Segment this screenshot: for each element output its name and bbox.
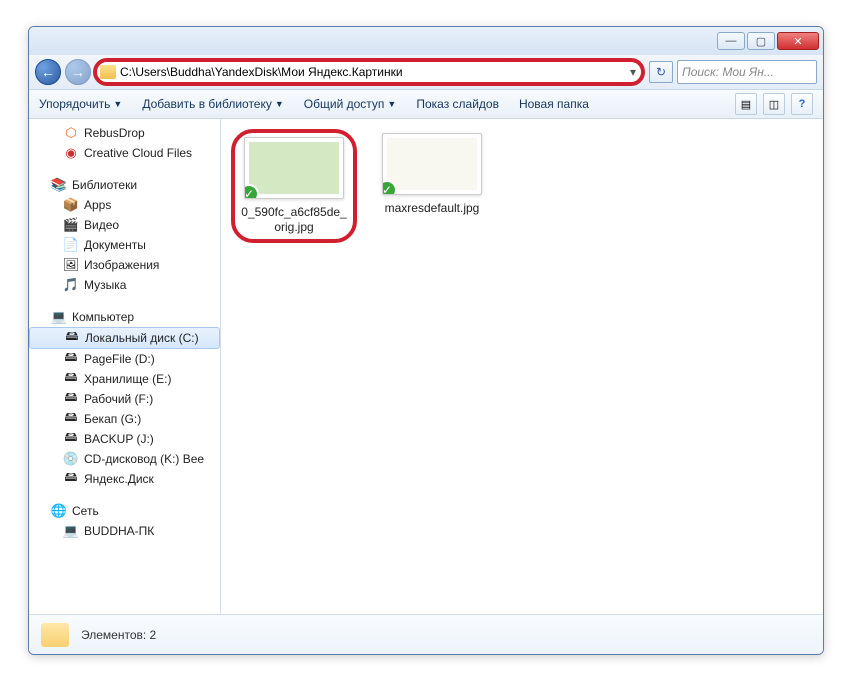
sync-ok-icon: ✓ bbox=[244, 184, 259, 199]
folder-icon bbox=[41, 623, 69, 647]
tree-work-f[interactable]: 🖴Рабочий (F:) bbox=[29, 389, 220, 409]
tree-backup-j[interactable]: 🖴BACKUP (J:) bbox=[29, 429, 220, 449]
tree-network[interactable]: 🌐Сеть bbox=[29, 501, 220, 521]
tree-rebusdrop[interactable]: ⬡RebusDrop bbox=[29, 123, 220, 143]
tree-local-c[interactable]: 🖴Локальный диск (C:) bbox=[29, 327, 220, 349]
search-input[interactable]: Поиск: Мои Ян... bbox=[677, 60, 817, 84]
address-dropdown[interactable]: ▾ bbox=[624, 65, 642, 79]
file-item-1[interactable]: ✓ maxresdefault.jpg bbox=[373, 133, 491, 216]
tree-libraries[interactable]: 📚Библиотеки bbox=[29, 175, 220, 195]
minimize-button[interactable]: — bbox=[717, 32, 745, 50]
tree-video[interactable]: 🎬Видео bbox=[29, 215, 220, 235]
status-text: Элементов: 2 bbox=[81, 628, 156, 642]
folder-icon bbox=[100, 65, 116, 79]
sync-ok-icon: ✓ bbox=[382, 180, 397, 195]
explorer-window: — ▢ ✕ ← → ▾ ↻ Поиск: Мои Ян... Упорядочи… bbox=[28, 26, 824, 655]
address-input[interactable] bbox=[120, 65, 624, 79]
nav-row: ← → ▾ ↻ Поиск: Мои Ян... bbox=[29, 55, 823, 89]
thumbnail-image: ✓ bbox=[382, 133, 482, 195]
explorer-body: ⬡RebusDrop ◉Creative Cloud Files 📚Библио… bbox=[29, 119, 823, 614]
tree-images[interactable]: 🖼Изображения bbox=[29, 255, 220, 275]
close-button[interactable]: ✕ bbox=[777, 32, 819, 50]
thumbnail-image: ✓ bbox=[244, 137, 344, 199]
help-button[interactable]: ? bbox=[791, 93, 813, 115]
tree-pagefile-d[interactable]: 🖴PageFile (D:) bbox=[29, 349, 220, 369]
file-pane[interactable]: ✓ 0_590fc_a6cf85de_orig.jpg ✓ maxresdefa… bbox=[221, 119, 823, 614]
tree-buddha-pc[interactable]: 💻BUDDHA-ПК bbox=[29, 521, 220, 541]
tree-computer[interactable]: 💻Компьютер bbox=[29, 307, 220, 327]
tree-apps[interactable]: 📦Apps bbox=[29, 195, 220, 215]
organize-menu[interactable]: Упорядочить▼ bbox=[39, 97, 122, 111]
view-mode-button[interactable]: ▤ bbox=[735, 93, 757, 115]
tree-backup-g[interactable]: 🖴Бекап (G:) bbox=[29, 409, 220, 429]
tree-yandex-disk[interactable]: 🖴Яндекс.Диск bbox=[29, 469, 220, 489]
tree-documents[interactable]: 📄Документы bbox=[29, 235, 220, 255]
file-name: 0_590fc_a6cf85de_orig.jpg bbox=[239, 205, 349, 235]
tree-storage-e[interactable]: 🖴Хранилище (E:) bbox=[29, 369, 220, 389]
file-name: maxresdefault.jpg bbox=[385, 201, 480, 216]
forward-button[interactable]: → bbox=[65, 59, 91, 85]
back-button[interactable]: ← bbox=[35, 59, 61, 85]
preview-pane-button[interactable]: ◫ bbox=[763, 93, 785, 115]
slideshow-button[interactable]: Показ слайдов bbox=[416, 97, 499, 111]
add-to-library-menu[interactable]: Добавить в библиотеку▼ bbox=[142, 97, 283, 111]
new-folder-button[interactable]: Новая папка bbox=[519, 97, 589, 111]
address-bar[interactable]: ▾ bbox=[95, 60, 643, 84]
status-bar: Элементов: 2 bbox=[29, 614, 823, 654]
refresh-button[interactable]: ↻ bbox=[649, 61, 673, 83]
share-menu[interactable]: Общий доступ▼ bbox=[304, 97, 397, 111]
tree-cd-k[interactable]: 💿CD-дисковод (K:) Bee bbox=[29, 449, 220, 469]
tree-creative-cloud[interactable]: ◉Creative Cloud Files bbox=[29, 143, 220, 163]
toolbar: Упорядочить▼ Добавить в библиотеку▼ Общи… bbox=[29, 89, 823, 119]
nav-tree: ⬡RebusDrop ◉Creative Cloud Files 📚Библио… bbox=[29, 119, 221, 614]
maximize-button[interactable]: ▢ bbox=[747, 32, 775, 50]
file-item-0[interactable]: ✓ 0_590fc_a6cf85de_orig.jpg bbox=[235, 133, 353, 239]
titlebar: — ▢ ✕ bbox=[29, 27, 823, 55]
tree-music[interactable]: 🎵Музыка bbox=[29, 275, 220, 295]
